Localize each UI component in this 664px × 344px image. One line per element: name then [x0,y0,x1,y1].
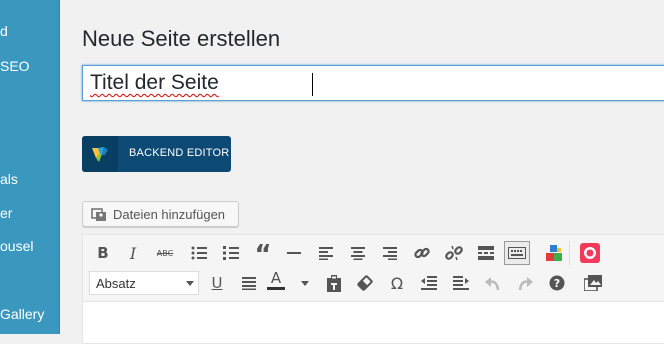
add-media-button[interactable]: Dateien hinzufügen [82,201,239,227]
sidebar-item[interactable]: als [0,171,18,187]
align-left-icon[interactable] [314,241,338,265]
post-title-input[interactable]: Titel der Seite [82,65,664,101]
horizontal-line-icon[interactable] [282,241,306,265]
underline-icon[interactable]: U [205,271,229,295]
paste-text-icon[interactable] [322,271,346,295]
record-icon[interactable] [578,241,602,265]
align-right-icon[interactable] [378,241,402,265]
sidebar-item[interactable]: d [0,23,8,39]
shortcodes-icon[interactable] [542,241,566,265]
sidebar-item-seo[interactable]: SEO [0,58,30,74]
indent-icon[interactable] [449,271,473,295]
backend-editor-label: BACKEND EDITOR [129,147,230,159]
gallery-icon[interactable] [581,271,605,295]
text-color-dropdown-icon[interactable] [301,281,309,286]
admin-sidebar: d SEO als er ousel Gallery [0,0,60,334]
redo-icon[interactable] [513,271,537,295]
unlink-icon[interactable] [442,241,466,265]
link-icon[interactable] [410,241,434,265]
keyboard-icon[interactable] [504,241,530,265]
backend-editor-button[interactable]: BACKEND EDITOR [82,136,231,172]
bold-icon[interactable]: B [91,241,115,265]
editor-toolbar: B I ABC “ Absatz U A Ω ? [83,235,664,302]
blockquote-icon[interactable]: “ [251,242,275,268]
format-select[interactable]: Absatz [89,271,199,295]
read-more-icon[interactable] [474,241,498,265]
justify-icon[interactable] [237,271,261,295]
strikethrough-icon[interactable]: ABC [153,241,177,265]
sidebar-divider [59,0,60,334]
toolbar-separator [569,241,570,265]
align-center-icon[interactable] [346,241,370,265]
undo-icon[interactable] [481,271,505,295]
page-title: Neue Seite erstellen [82,26,281,51]
numbered-list-icon[interactable] [219,241,243,265]
help-icon[interactable]: ? [545,271,569,295]
clear-format-icon[interactable] [353,271,377,295]
format-select-value: Absatz [96,276,136,291]
add-media-label: Dateien hinzufügen [113,207,226,222]
outdent-icon[interactable] [417,271,441,295]
sidebar-item[interactable]: er [0,205,12,221]
svg-text:?: ? [554,277,560,290]
text-color-icon[interactable]: A [267,269,285,290]
special-char-icon[interactable]: Ω [385,271,409,295]
bullet-list-icon[interactable] [187,241,211,265]
post-title-value: Titel der Seite [90,71,219,94]
content-editor[interactable]: B I ABC “ Absatz U A Ω ? [82,234,664,344]
italic-icon[interactable]: I [121,241,145,265]
sidebar-item[interactable]: ousel [0,238,33,254]
text-caret [312,73,313,96]
sidebar-item-gallery[interactable]: Gallery [0,306,44,322]
media-icon [91,207,107,226]
visual-composer-logo-icon [82,136,118,172]
chevron-down-icon [186,281,194,286]
